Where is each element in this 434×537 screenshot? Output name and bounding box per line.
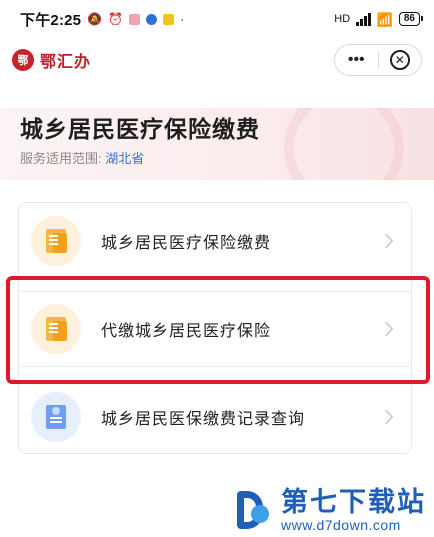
service-item-medical-insurance-payment[interactable]: 城乡居民医疗保险缴费 (19, 203, 411, 279)
more-button[interactable]: ••• (335, 45, 378, 75)
orange-document-icon (31, 304, 81, 354)
mute-icon: 🔕 (87, 12, 103, 26)
page-title: 城乡居民医疗保险缴费 (20, 116, 260, 142)
app-notification-icon (129, 13, 141, 25)
battery-icon: 86 (398, 12, 424, 26)
service-item-proxy-payment[interactable]: 代缴城乡居民医疗保险 (19, 291, 411, 367)
status-left: 下午2:25 🔕 ⏰ · (20, 9, 184, 30)
signal-icon (356, 12, 371, 26)
status-time: 下午2:25 (20, 11, 82, 29)
header-banner: 城乡居民医疗保险缴费 服务适用范围: 湖北省 (0, 108, 434, 180)
alarm-icon: ⏰ (108, 12, 124, 26)
app-notification-icon (163, 13, 175, 25)
nav-bar: 鄂 鄂汇办 ••• ✕ (0, 38, 434, 82)
more-dots-icon: ••• (347, 51, 365, 68)
app-notification-icon (146, 13, 158, 25)
site-logo-icon (233, 489, 275, 531)
service-item-label: 城乡居民医保缴费记录查询 (101, 411, 306, 428)
orange-document-icon (31, 216, 81, 266)
service-list: 城乡居民医疗保险缴费 代缴城乡居民医疗保险 城乡居民医保缴费记录查询 (18, 202, 412, 454)
site-watermark: 第七下载站 www.d7down.com (233, 487, 426, 533)
brand-logo-icon: 鄂 (12, 49, 34, 71)
service-item-label: 城乡居民医疗保险缴费 (101, 235, 272, 252)
blue-document-icon (31, 392, 81, 442)
service-item-payment-record-query[interactable]: 城乡居民医保缴费记录查询 (19, 379, 411, 455)
scope-value: 湖北省 (105, 151, 145, 166)
banner-emblem-icon (284, 108, 404, 180)
chevron-right-icon (378, 233, 394, 249)
network-type-label: HD (334, 13, 351, 25)
site-url: www.d7down.com (281, 517, 401, 533)
service-scope: 服务适用范围: 湖北省 (20, 148, 144, 167)
miniprogram-capsule: ••• ✕ (334, 44, 422, 76)
brand-name: 鄂汇办 (40, 52, 92, 71)
status-right: HD 📶 86 (334, 11, 424, 27)
wifi-icon: 📶 (376, 11, 393, 27)
close-circle-icon: ✕ (389, 50, 410, 70)
chevron-right-icon (378, 321, 394, 337)
brand: 鄂 鄂汇办 (12, 48, 91, 72)
service-item-label: 代缴城乡居民医疗保险 (101, 323, 272, 340)
scope-label: 服务适用范围: (20, 151, 102, 166)
site-name: 第七下载站 (281, 487, 426, 517)
chevron-right-icon (378, 409, 394, 425)
more-notifications-icon: · (180, 12, 185, 26)
site-text: 第七下载站 www.d7down.com (281, 487, 426, 533)
close-button[interactable]: ✕ (379, 45, 422, 75)
status-bar: 下午2:25 🔕 ⏰ · HD 📶 86 (0, 0, 434, 38)
